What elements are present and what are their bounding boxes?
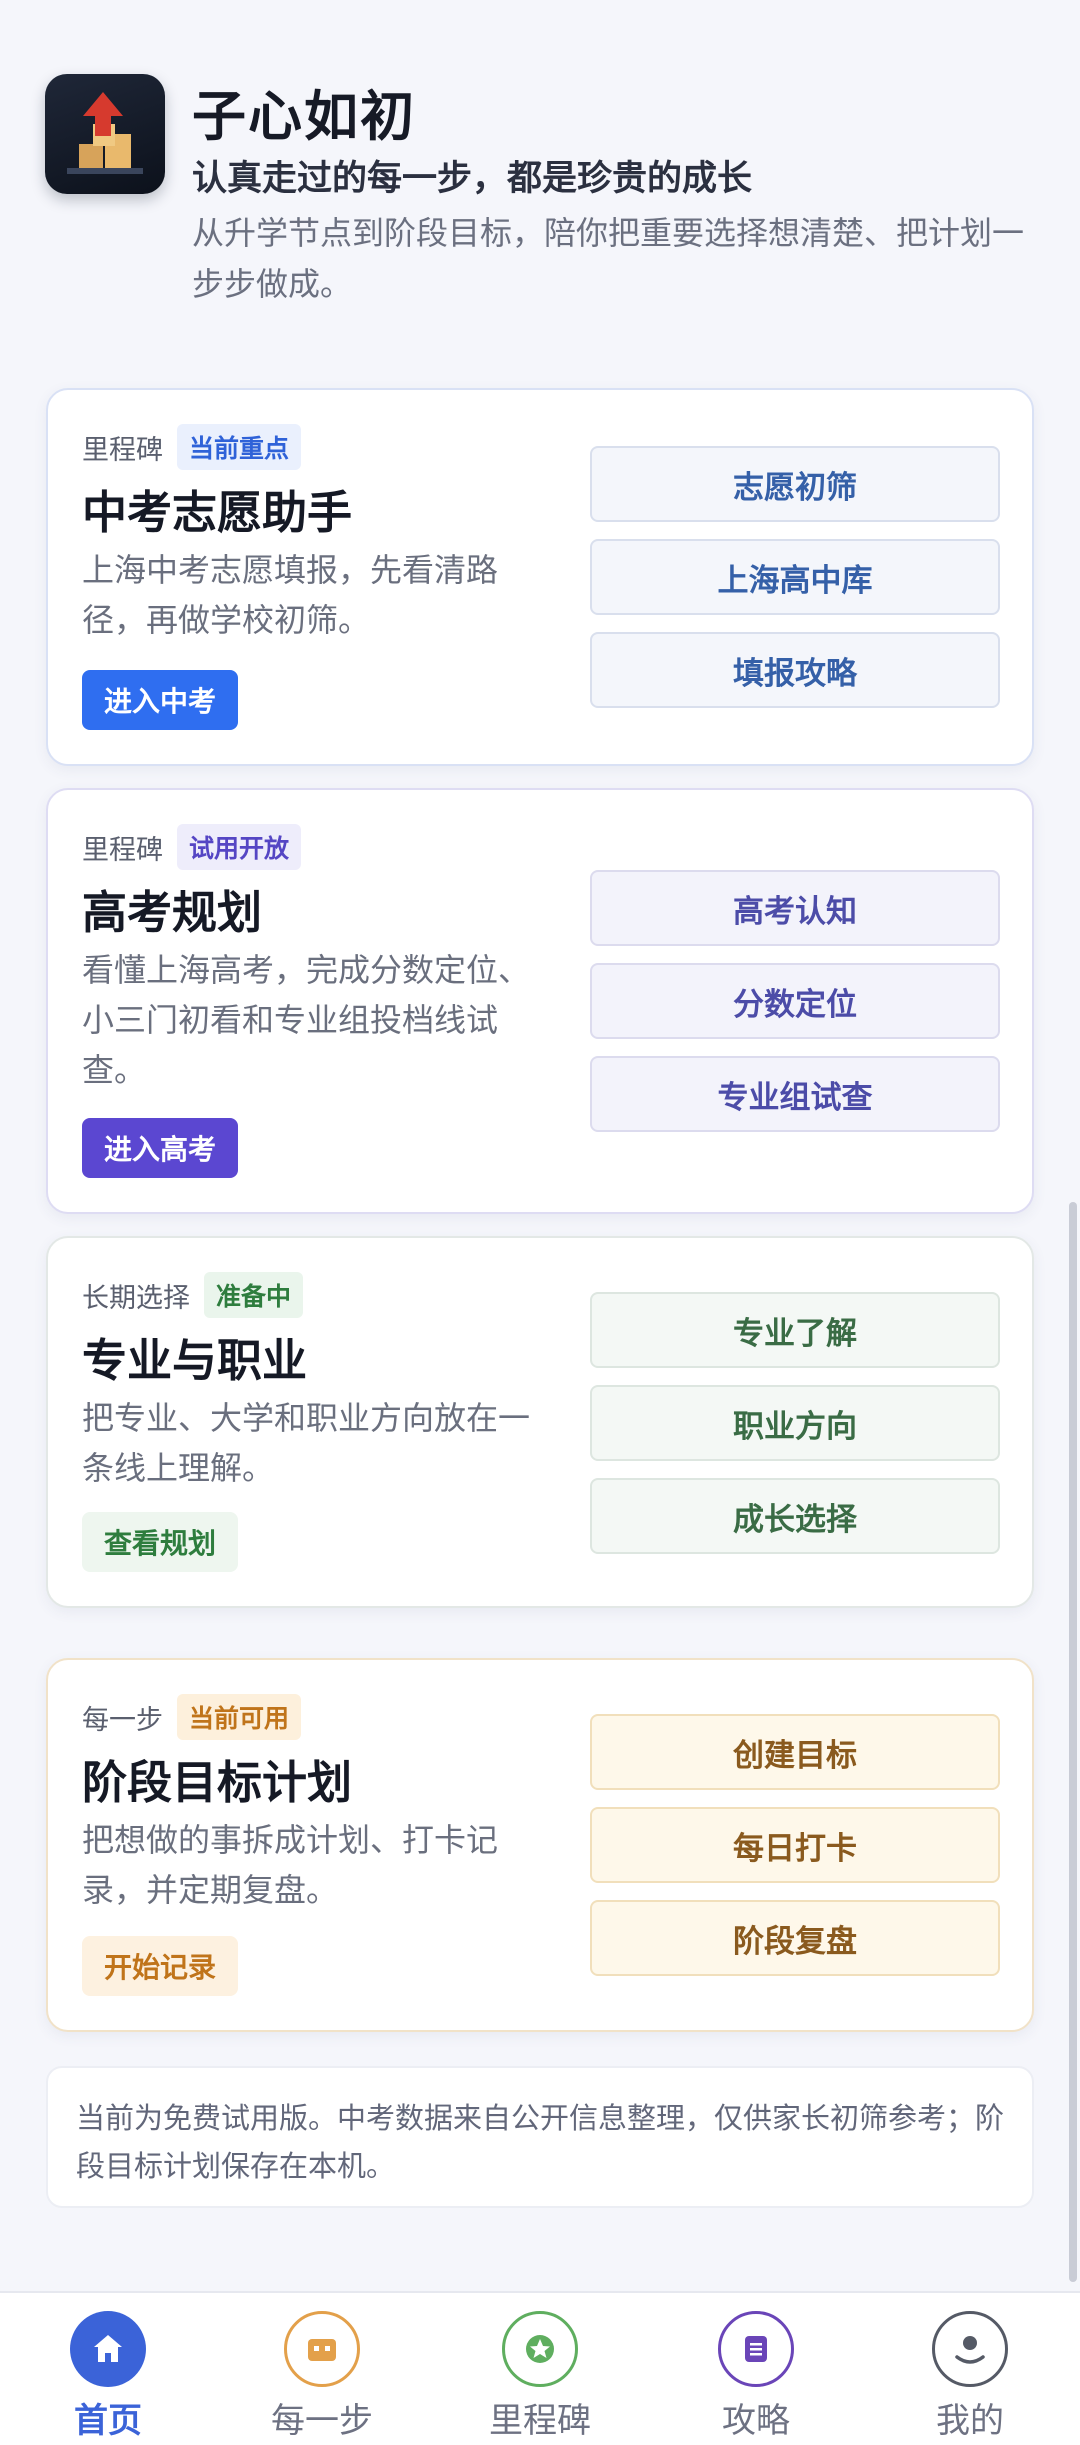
nav-milestones[interactable]: 里程碑 — [460, 2311, 620, 2442]
status-badge: 当前重点 — [177, 424, 302, 470]
card-title: 高考规划 — [82, 886, 263, 939]
nav-label: 里程碑 — [489, 2401, 591, 2441]
card-eyebrow: 长期选择 — [82, 1282, 190, 1314]
status-badge: 准备中 — [204, 1272, 304, 1318]
status-badge: 当前可用 — [177, 1694, 302, 1740]
shortcut-button[interactable]: 上海高中库 — [590, 539, 1000, 615]
nav-label: 首页 — [74, 2401, 142, 2441]
shortcut-button[interactable]: 志愿初筛 — [590, 446, 1000, 522]
card-eyebrow: 里程碑 — [82, 834, 163, 866]
disclaimer-notice: 当前为免费试用版。中考数据来自公开信息整理，仅供家长初筛参考；阶段目标计划保存在… — [46, 2066, 1034, 2208]
shortcut-button[interactable]: 每日打卡 — [590, 1807, 1000, 1883]
bottom-nav: 首页 每一步 里程碑 攻略 我的 — [0, 2291, 1080, 2445]
shortcut-button[interactable]: 职业方向 — [590, 1385, 1000, 1461]
shortcut-button[interactable]: 专业组试查 — [590, 1056, 1000, 1132]
shortcut-button[interactable]: 分数定位 — [590, 963, 1000, 1039]
nav-guide[interactable]: 攻略 — [676, 2311, 836, 2442]
shortcut-button[interactable]: 成长选择 — [590, 1478, 1000, 1554]
nav-label: 每一步 — [271, 2401, 373, 2441]
shortcut-button[interactable]: 专业了解 — [590, 1292, 1000, 1368]
shortcut-button[interactable]: 高考认知 — [590, 870, 1000, 946]
start-record-button[interactable]: 开始记录 — [82, 1936, 239, 1996]
card-description: 把想做的事拆成计划、打卡记录，并定期复盘。 — [82, 1821, 499, 1909]
app-logo — [45, 74, 165, 194]
app-description: 从升学节点到阶段目标，陪你把重要选择想清楚、把计划一步步做成。 — [192, 214, 1025, 303]
scrollbar[interactable] — [1069, 1202, 1077, 2282]
nav-profile[interactable]: 我的 — [890, 2311, 1050, 2442]
card-gaokao: 里程碑 试用开放 高考规划 看懂上海高考，完成分数定位、小三门初看和专业组投档线… — [46, 788, 1034, 1214]
nav-label: 我的 — [936, 2401, 1004, 2441]
steps-icon — [284, 2311, 360, 2387]
nav-home[interactable]: 首页 — [28, 2311, 188, 2442]
guide-icon — [718, 2311, 794, 2387]
card-eyebrow: 每一步 — [82, 1704, 163, 1736]
app-slogan: 认真走过的每一步，都是珍贵的成长 — [192, 159, 753, 199]
card-title: 阶段目标计划 — [82, 1756, 353, 1809]
card-description: 把专业、大学和职业方向放在一条线上理解。 — [82, 1399, 531, 1487]
nav-label: 攻略 — [722, 2401, 790, 2441]
app-title: 子心如初 — [192, 85, 416, 148]
nav-steps[interactable]: 每一步 — [242, 2311, 402, 2442]
shortcut-button[interactable]: 填报攻略 — [590, 632, 1000, 708]
card-career: 长期选择 准备中 专业与职业 把专业、大学和职业方向放在一条线上理解。 查看规划… — [46, 1236, 1034, 1608]
enter-gaokao-button[interactable]: 进入高考 — [82, 1118, 239, 1178]
status-badge: 试用开放 — [177, 824, 302, 870]
star-icon — [502, 2311, 578, 2387]
shortcut-button[interactable]: 阶段复盘 — [590, 1900, 1000, 1976]
card-title: 中考志愿助手 — [82, 486, 353, 539]
view-plan-button[interactable]: 查看规划 — [82, 1512, 239, 1572]
profile-icon — [932, 2311, 1008, 2387]
card-eyebrow: 里程碑 — [82, 434, 163, 466]
card-description: 看懂上海高考，完成分数定位、小三门初看和专业组投档线试查。 — [82, 951, 531, 1089]
shortcut-button[interactable]: 创建目标 — [590, 1714, 1000, 1790]
card-description: 上海中考志愿填报，先看清路径，再做学校初筛。 — [82, 551, 499, 639]
logo-icon — [67, 92, 143, 174]
enter-zhongkao-button[interactable]: 进入中考 — [82, 670, 239, 730]
card-goal-plan: 每一步 当前可用 阶段目标计划 把想做的事拆成计划、打卡记录，并定期复盘。 开始… — [46, 1658, 1034, 2032]
card-title: 专业与职业 — [82, 1334, 308, 1387]
card-zhongkao: 里程碑 当前重点 中考志愿助手 上海中考志愿填报，先看清路径，再做学校初筛。 进… — [46, 388, 1034, 766]
home-icon — [70, 2311, 146, 2387]
